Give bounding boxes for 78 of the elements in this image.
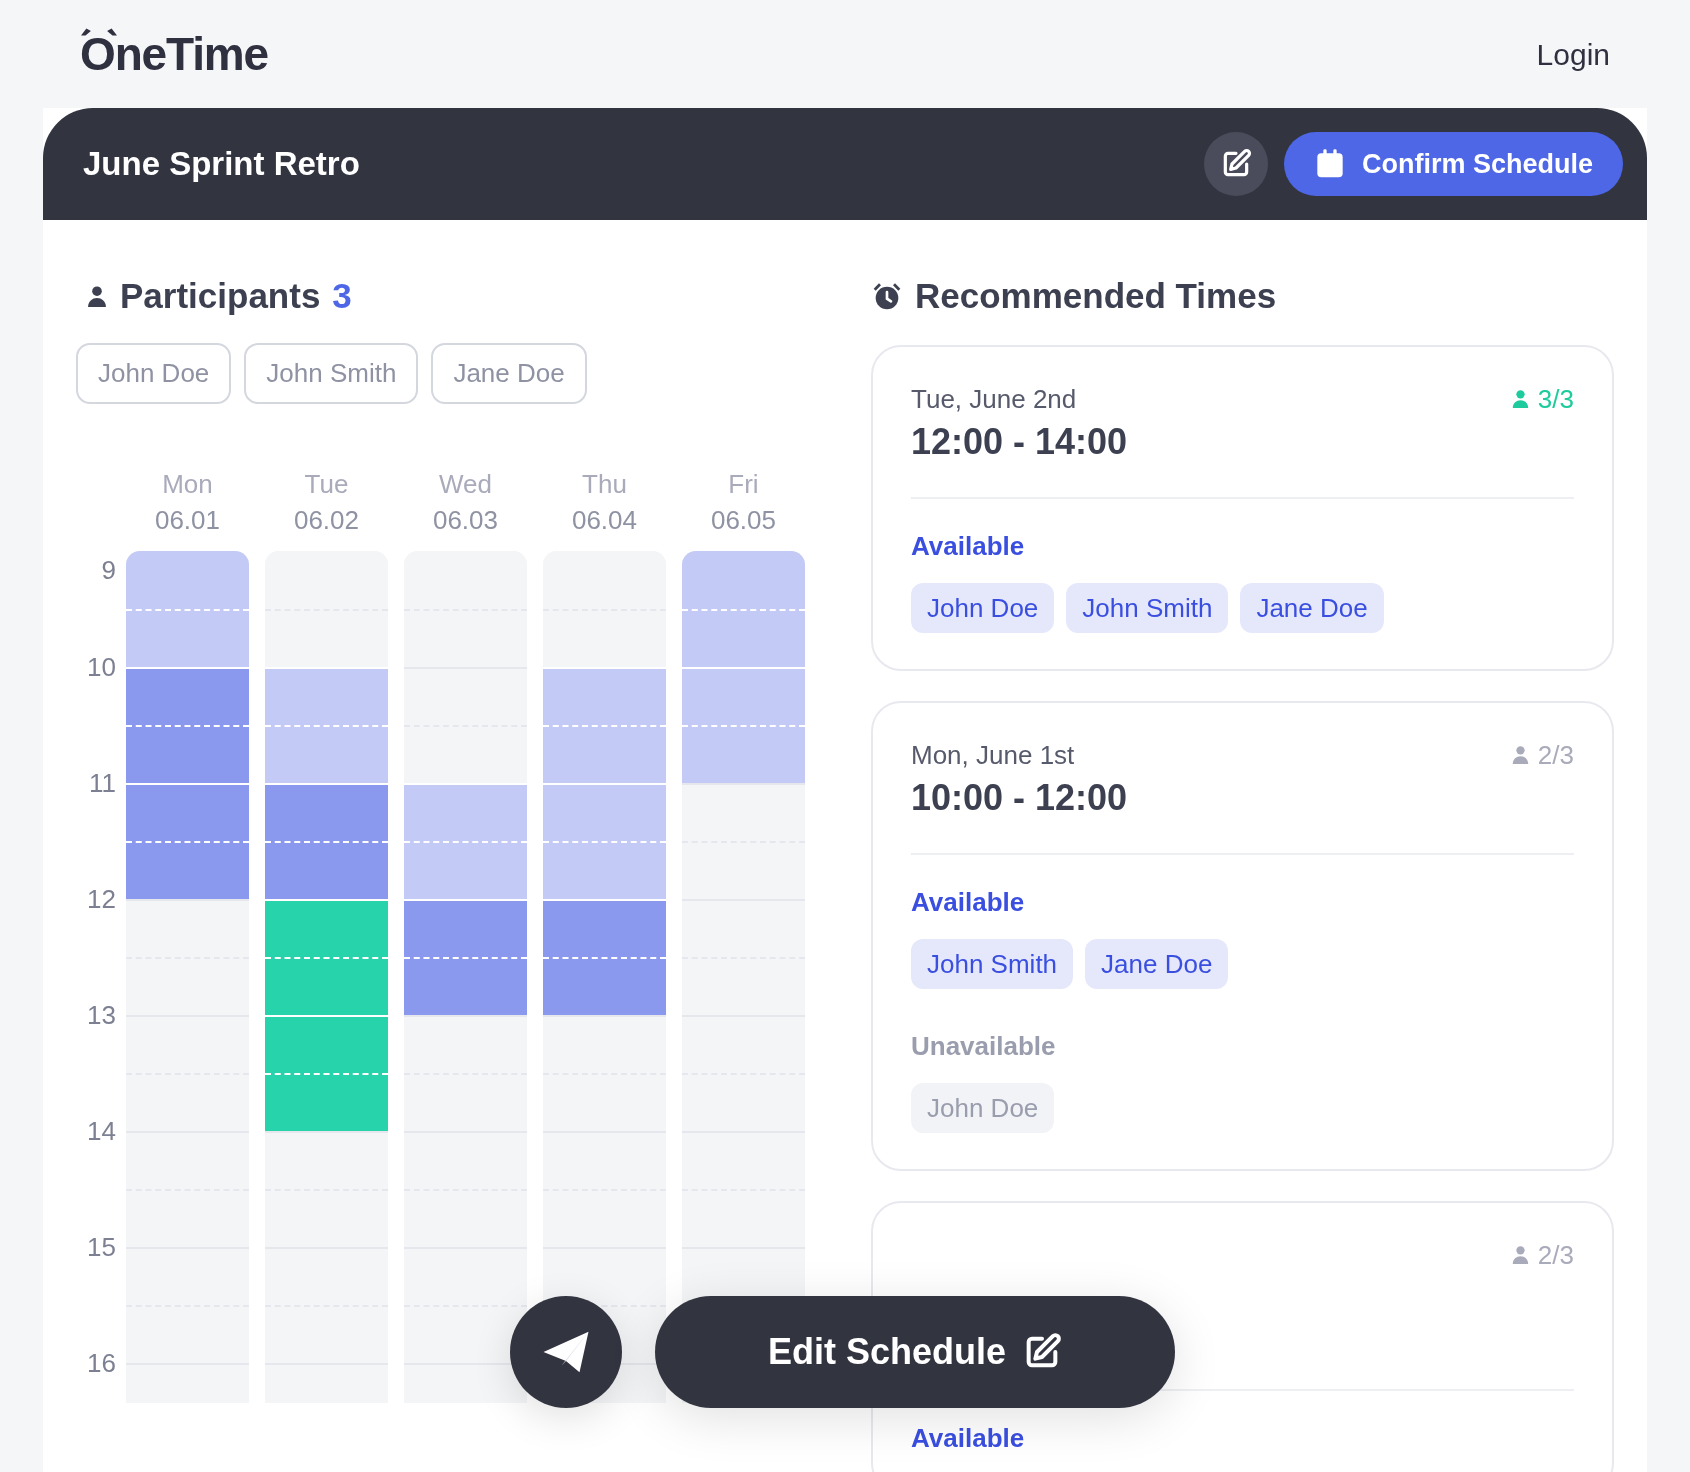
available-person-chip: John Smith [911, 938, 1074, 989]
person-icon [1510, 389, 1530, 408]
hour-label: 10 [86, 651, 117, 682]
weekday-label: Mon [162, 467, 213, 501]
available-person-chip: John Doe [911, 582, 1055, 633]
slot-time: 10:00 - 12:00 [911, 775, 1128, 820]
availability-block[interactable] [404, 956, 527, 1015]
edit-schedule-button[interactable]: Edit Schedule [655, 1296, 1175, 1408]
availability-block[interactable] [265, 782, 388, 841]
recommended-time-card[interactable]: Mon, June 1st 10:00 - 12:00 2/3 Available John Smith Jane Doe Unavailable John Doe [871, 700, 1614, 1171]
unavailable-label: Unavailable [911, 1029, 1057, 1063]
hour-label: 9 [100, 554, 117, 585]
login-link[interactable]: Login [1536, 31, 1610, 77]
availability-block[interactable] [404, 898, 527, 957]
available-label: Available [911, 1421, 1026, 1455]
available-person-chip: Jane Doe [1240, 582, 1384, 633]
participants-count: 3 [332, 275, 352, 317]
availability-block[interactable] [126, 550, 249, 609]
person-icon [86, 285, 108, 308]
availability-block[interactable] [265, 840, 388, 899]
recommended-time-card[interactable]: Tue, June 2nd 12:00 - 14:00 3/3 Available John Doe John Smith Jane Doe [871, 344, 1614, 671]
availability-block[interactable] [265, 1014, 388, 1073]
availability-block[interactable] [543, 898, 666, 957]
slot-date: Mon, June 1st [911, 738, 1076, 772]
date-label: 06.04 [571, 503, 638, 537]
logo[interactable]: OneTime [80, 27, 268, 80]
date-label: 06.02 [293, 503, 360, 537]
participant-count: 2/3 [1537, 738, 1574, 772]
slot-date: Tue, June 2nd [911, 382, 1078, 416]
date-label: 06.05 [710, 503, 777, 537]
bell-ears-icon [81, 27, 117, 36]
availability-block[interactable] [265, 898, 388, 957]
availability-block[interactable] [682, 724, 805, 783]
unavailable-person-chip: John Doe [911, 1082, 1055, 1133]
person-icon [1510, 745, 1530, 764]
availability-block[interactable] [682, 666, 805, 725]
hour-label: 11 [88, 767, 117, 798]
availability-block[interactable] [265, 1072, 388, 1131]
availability-block[interactable] [404, 840, 527, 899]
recommended-title: Recommended Times [915, 275, 1277, 317]
weekday-label: Thu [582, 467, 627, 501]
hour-label: 13 [86, 999, 117, 1030]
availability-block[interactable] [404, 782, 527, 841]
weekday-label: Wed [439, 467, 492, 501]
weekday-label: Fri [728, 467, 759, 501]
availability-block[interactable] [265, 956, 388, 1015]
date-label: 06.03 [432, 503, 499, 537]
availability-block[interactable] [126, 608, 249, 667]
slot-time: 12:00 - 14:00 [911, 419, 1128, 464]
weekday-label: Tue [304, 467, 349, 501]
availability-block[interactable] [265, 724, 388, 783]
availability-block[interactable] [126, 724, 249, 783]
availability-block[interactable] [126, 840, 249, 899]
availability-block[interactable] [543, 782, 666, 841]
availability-block[interactable] [543, 666, 666, 725]
date-label: 06.01 [154, 503, 221, 537]
hour-label: 15 [86, 1231, 117, 1262]
availability-block[interactable] [682, 608, 805, 667]
availability-block[interactable] [126, 782, 249, 841]
participant-count: 2/3 [1537, 1238, 1574, 1272]
hour-label: 12 [86, 883, 117, 914]
availability-block[interactable] [543, 724, 666, 783]
available-label: Available [911, 885, 1026, 919]
person-icon [1510, 1245, 1530, 1264]
participant-count: 3/3 [1537, 382, 1574, 416]
available-person-chip: Jane Doe [1085, 938, 1229, 989]
availability-block[interactable] [682, 550, 805, 609]
availability-block[interactable] [126, 666, 249, 725]
availability-block[interactable] [543, 956, 666, 1015]
availability-block[interactable] [543, 840, 666, 899]
available-label: Available [911, 529, 1026, 563]
available-person-chip: John Smith [1066, 582, 1229, 633]
participants-title: Participants [120, 275, 321, 317]
hour-label: 16 [86, 1347, 117, 1378]
availability-block[interactable] [265, 666, 388, 725]
event-title: June Sprint Retro [83, 144, 360, 185]
confirm-schedule-button[interactable]: Confirm Schedule [1283, 132, 1623, 196]
hour-label: 14 [86, 1115, 117, 1146]
